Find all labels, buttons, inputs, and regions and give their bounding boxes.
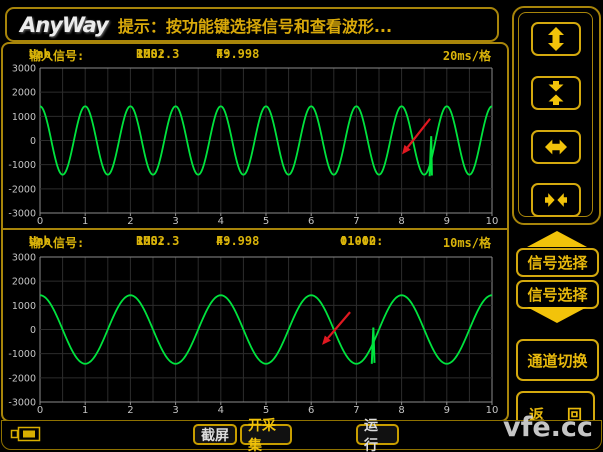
svg-text:-3000: -3000 [8, 398, 36, 409]
chart1-info-bar: 输入信号: Uab RMS: 1002.3 F: 49.998 20ms/格 [29, 47, 491, 63]
svg-text:9: 9 [444, 405, 450, 416]
vertical-expand-button[interactable] [531, 22, 581, 56]
horizontal-expand-button[interactable] [531, 130, 581, 164]
svg-text:2: 2 [127, 216, 133, 227]
svg-text:0: 0 [37, 216, 43, 227]
svg-text:0: 0 [30, 136, 36, 147]
signal-select-up-arrow-icon[interactable] [527, 231, 587, 247]
svg-text:-2000: -2000 [8, 373, 36, 384]
svg-text:10: 10 [486, 216, 499, 227]
instrument-screen: AnyWay 提示：按功能键选择信号和查看波形... 输入信号: Uab RMS:… [0, 0, 603, 452]
channel-switch-label: 通道切换 [527, 351, 588, 370]
svg-text:1: 1 [82, 216, 88, 227]
svg-text:6: 6 [308, 405, 314, 416]
svg-text:2000: 2000 [12, 88, 36, 99]
waveform-chart-1: 0 1 2 3 4 5 6 7 8 9 10 3000 2000 1000 0 -1000 -2000 -3000 [8, 64, 499, 228]
svg-text:1000: 1000 [12, 112, 36, 123]
svg-text:-1000: -1000 [8, 349, 36, 360]
signal-select-down-label: 信号选择 [527, 286, 588, 304]
signal-select-up-button[interactable]: 信号选择 [516, 248, 599, 277]
start-acquisition-label: 开采集 [248, 417, 276, 452]
waveform-chart-2: 0 1 2 3 4 5 6 7 8 9 103000200010000-1000-2000-3000 [8, 253, 499, 417]
svg-text:-2000: -2000 [8, 184, 36, 195]
chart2-info-bar: 输入信号: Uab RMS: 1002.3 F: 49.998 Φ1-Φ2: 0.000… [29, 234, 491, 250]
signal-select-down-button[interactable]: 信号选择 [516, 280, 599, 309]
vertical-compress-button[interactable] [531, 76, 581, 110]
run-label: 运行 [364, 417, 378, 452]
svg-text:-1000: -1000 [8, 160, 36, 171]
svg-text:4: 4 [218, 216, 224, 227]
screenshot-label: 截屏 [201, 427, 229, 444]
svg-text:2: 2 [127, 405, 133, 416]
timebase-value: 10ms/格 [442, 236, 491, 250]
svg-text:2000: 2000 [12, 277, 36, 288]
svg-text:7: 7 [353, 405, 359, 416]
svg-text:5: 5 [263, 216, 269, 227]
run-button[interactable]: 运行 [356, 418, 399, 452]
svg-text:4: 4 [218, 405, 224, 416]
svg-text:3000: 3000 [12, 253, 36, 264]
header-bar: AnyWay 提示：按功能键选择信号和查看波形... [5, 7, 499, 42]
svg-text:1000: 1000 [12, 301, 36, 312]
compress-vertical-icon [548, 81, 564, 105]
compress-horizontal-icon [545, 193, 567, 207]
svg-text:9: 9 [444, 216, 450, 227]
signal-select-up-label: 信号选择 [527, 254, 588, 272]
hint-message: 提示：按功能键选择信号和查看波形... [117, 16, 393, 36]
svg-text:3: 3 [172, 405, 178, 416]
svg-text:3000: 3000 [12, 64, 36, 75]
svg-text:1: 1 [82, 405, 88, 416]
start-acquisition-button[interactable]: 开采集 [240, 418, 292, 452]
expand-vertical-icon [548, 27, 564, 51]
svg-text:0: 0 [30, 325, 36, 336]
svg-text:0: 0 [37, 405, 43, 416]
svg-text:-3000: -3000 [8, 209, 36, 220]
signal-select-down-arrow-icon[interactable] [527, 307, 587, 323]
anyway-logo: AnyWay [20, 12, 109, 37]
svg-text:8: 8 [398, 216, 404, 227]
vfe-watermark: vfe.cc [503, 412, 593, 443]
channel-switch-button[interactable]: 通道切换 [516, 339, 599, 381]
expand-horizontal-icon [545, 139, 567, 155]
chart-divider [3, 228, 507, 230]
svg-text:10: 10 [486, 405, 499, 416]
svg-text:6: 6 [308, 216, 314, 227]
horizontal-compress-button[interactable] [531, 183, 581, 217]
screenshot-button[interactable]: 截屏 [193, 424, 237, 445]
waveform-panel: 输入信号: Uab RMS: 1002.3 F: 49.998 20ms/格 0 1 2 3… [1, 42, 509, 422]
svg-text:8: 8 [398, 405, 404, 416]
svg-text:7: 7 [353, 216, 359, 227]
svg-text:3: 3 [172, 216, 178, 227]
usb-icon [10, 426, 41, 442]
